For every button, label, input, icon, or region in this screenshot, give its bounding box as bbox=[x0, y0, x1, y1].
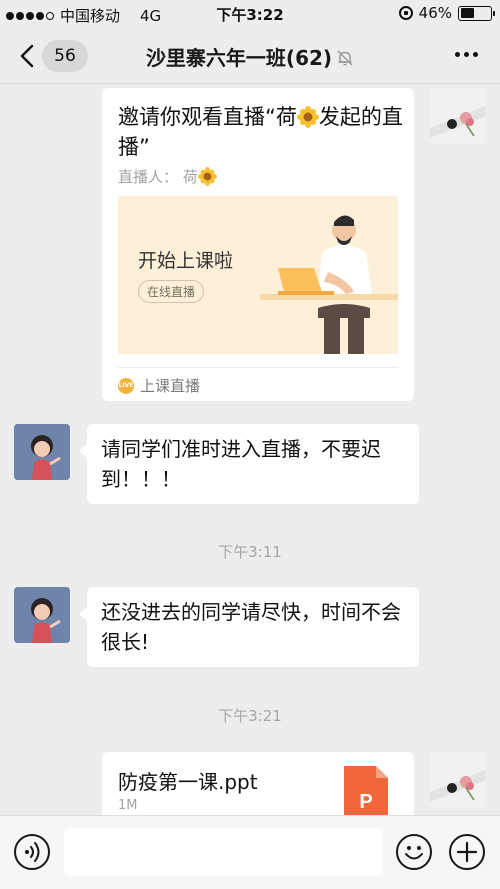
my-avatar[interactable] bbox=[430, 88, 486, 144]
live-card-title: 邀请你观看直播“荷 发起的直播” bbox=[118, 102, 408, 162]
emoji-button[interactable] bbox=[396, 834, 432, 870]
file-message-card[interactable]: 防疫第一课.ppt 1M P bbox=[102, 752, 414, 815]
smiley-icon bbox=[405, 846, 423, 860]
live-icon: LIVE bbox=[118, 377, 134, 394]
chat-header: 56 沙里寨六年一班(62) bbox=[0, 28, 500, 84]
live-cover-image[interactable]: 开始上课啦 在线直播 bbox=[118, 196, 398, 354]
anime-girl-avatar bbox=[14, 424, 70, 480]
sender-avatar[interactable] bbox=[14, 424, 70, 480]
live-host: 直播人： 荷 bbox=[118, 166, 217, 187]
flower-photo-avatar bbox=[430, 752, 486, 808]
mute-bell-icon bbox=[337, 50, 353, 66]
file-name: 防疫第一课.ppt bbox=[118, 770, 258, 794]
message-text: 请同学们准时进入直播，不要迟到！！！ bbox=[101, 437, 381, 491]
live-stream-card[interactable]: 邀请你观看直播“荷 发起的直播” 直播人： 荷 开始上课啦 在线直播 LIVE … bbox=[102, 88, 414, 401]
more-options-icon[interactable] bbox=[455, 52, 478, 57]
voice-wave-icon bbox=[25, 842, 40, 862]
timestamp: 下午3:11 bbox=[218, 543, 282, 561]
file-size: 1M bbox=[118, 798, 138, 813]
flower-photo-avatar bbox=[430, 88, 486, 144]
message-input[interactable] bbox=[64, 828, 382, 876]
battery-percent: 46% bbox=[418, 4, 452, 22]
message-text: 还没进去的同学请尽快，时间不会很长! bbox=[101, 600, 401, 654]
anime-girl-avatar bbox=[14, 587, 70, 643]
host-name: 荷 bbox=[182, 168, 198, 186]
rotation-lock-icon bbox=[398, 6, 413, 20]
voice-input-button[interactable] bbox=[14, 834, 50, 870]
input-bar bbox=[0, 815, 500, 889]
sender-avatar[interactable] bbox=[14, 587, 70, 643]
message-bubble[interactable]: 还没进去的同学请尽快，时间不会很长! bbox=[79, 587, 419, 667]
live-source-label: 上课直播 bbox=[140, 377, 201, 395]
message-bubble[interactable]: 请同学们准时进入直播，不要迟到！！！ bbox=[79, 424, 419, 504]
ppt-letter: P bbox=[359, 791, 372, 813]
my-avatar[interactable] bbox=[430, 752, 486, 808]
status-bar: 中国移动 4G 下午3:22 46% bbox=[0, 0, 500, 28]
live-title-part1: 邀请你观看直播“荷 bbox=[118, 105, 297, 129]
sunflower-emoji-icon bbox=[296, 106, 319, 128]
ppt-file-icon: P bbox=[344, 766, 388, 815]
host-label: 直播人： bbox=[118, 168, 179, 186]
more-functions-button[interactable] bbox=[449, 834, 485, 870]
battery-fill bbox=[460, 8, 474, 18]
group-name: 沙里寨六年一班(62) bbox=[145, 46, 333, 70]
live-source: LIVE 上课直播 bbox=[118, 375, 200, 396]
chat-messages[interactable]: 邀请你观看直播“荷 发起的直播” 直播人： 荷 开始上课啦 在线直播 LIVE … bbox=[0, 85, 500, 815]
timestamp: 下午3:21 bbox=[218, 707, 282, 725]
sunflower-emoji-icon bbox=[197, 167, 217, 186]
plus-icon bbox=[456, 841, 478, 863]
chat-title: 沙里寨六年一班(62) bbox=[0, 42, 500, 71]
teacher-illustration bbox=[260, 215, 398, 354]
battery-icon bbox=[458, 5, 495, 21]
divider bbox=[118, 367, 398, 368]
status-right: 46% bbox=[398, 4, 495, 22]
